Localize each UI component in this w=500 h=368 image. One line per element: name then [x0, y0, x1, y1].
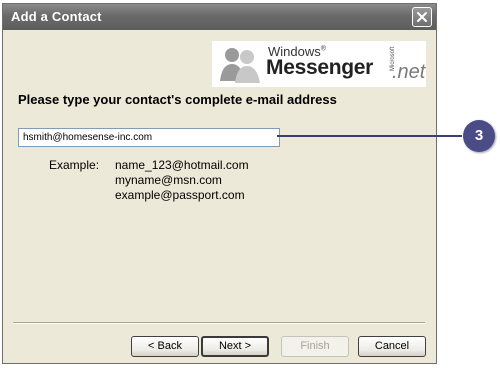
logo-messenger-text: Messenger: [266, 56, 374, 79]
close-icon: [417, 12, 427, 22]
window-title: Add a Contact: [11, 9, 102, 24]
close-button[interactable]: [412, 7, 432, 27]
email-address-input[interactable]: [18, 128, 280, 147]
net-logo: Microsoft .net: [388, 47, 426, 85]
example-item: myname@msn.com: [115, 173, 222, 187]
example-item: example@passport.com: [115, 188, 245, 202]
step-callout-badge: 3: [463, 120, 495, 152]
cancel-button[interactable]: Cancel: [358, 336, 426, 357]
logo-net-text: .net: [392, 61, 426, 83]
back-button[interactable]: < Back: [131, 336, 199, 357]
windows-messenger-logo: Windows® Messenger Microsoft .net: [212, 41, 426, 87]
example-item: name_123@hotmail.com: [115, 158, 249, 172]
callout-leader-line: [277, 135, 462, 137]
button-separator: [13, 322, 425, 324]
messenger-people-icon: [220, 48, 260, 83]
add-contact-dialog: Add a Contact Windows® Messenger Microso…: [2, 3, 437, 364]
example-label: Example:: [49, 158, 100, 172]
title-bar[interactable]: Add a Contact: [3, 4, 436, 30]
example-list: name_123@hotmail.com myname@msn.com exam…: [115, 158, 249, 203]
finish-button: Finish: [281, 336, 349, 357]
next-button[interactable]: Next >: [201, 336, 269, 357]
instruction-heading: Please type your contact's complete e-ma…: [18, 92, 337, 107]
